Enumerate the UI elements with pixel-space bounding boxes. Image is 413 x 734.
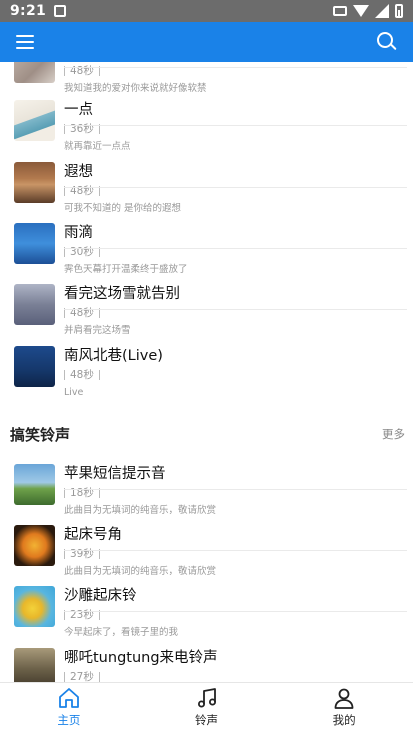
song-desc: 霁色天幕打开温柔终于盛放了 <box>64 264 188 275</box>
list-item[interactable]: 48秒 我知道我的爱对你来说就好像软禁 <box>0 62 413 104</box>
status-time: 9:21 <box>10 3 47 19</box>
album-cover <box>14 62 55 83</box>
nav-item-home[interactable]: 主页 <box>0 683 138 734</box>
person-icon <box>334 688 354 709</box>
list-item[interactable]: 起床号角 39秒 此曲目为无填词的纯音乐，敬请欣赏 <box>0 525 413 587</box>
home-icon <box>58 688 79 708</box>
search-icon[interactable] <box>377 32 397 52</box>
song-desc: Live <box>64 387 84 398</box>
battery-icon <box>395 4 403 18</box>
nav-label: 主页 <box>57 713 81 727</box>
song-title: 起床号角 <box>64 527 122 543</box>
nav-item-me[interactable]: 我的 <box>275 683 413 734</box>
album-cover <box>14 648 55 682</box>
song-desc: 可我不知道的 是你给的遐想 <box>64 203 182 214</box>
app-bar <box>0 22 413 62</box>
status-bar: 9:21 <box>0 0 413 22</box>
song-list-content[interactable]: 48秒 我知道我的爱对你来说就好像软禁 一点 36秒 就再靠近一点点 遐想 48… <box>0 62 413 682</box>
song-title: 遐想 <box>64 164 93 180</box>
song-meta: 27秒 <box>64 670 100 682</box>
music-note-icon <box>197 688 216 708</box>
song-duration: 27秒 <box>70 671 94 682</box>
wifi-icon <box>353 5 369 17</box>
more-link[interactable]: 更多 <box>382 426 405 442</box>
bottom-nav: 主页 铃声 我的 <box>0 682 413 734</box>
album-cover <box>14 284 55 325</box>
album-cover <box>14 525 55 566</box>
list-item[interactable]: 看完这场雪就告别 48秒 并肩看完这场雪 <box>0 284 413 346</box>
hamburger-menu-icon[interactable] <box>16 35 34 49</box>
song-title: 雨滴 <box>64 225 93 241</box>
song-title: 苹果短信提示音 <box>64 466 166 482</box>
nav-label: 铃声 <box>195 713 218 727</box>
song-desc: 此曲目为无填词的纯音乐，敬请欣赏 <box>64 566 217 577</box>
album-cover <box>14 346 55 387</box>
nav-item-ringtones[interactable]: 铃声 <box>138 683 276 734</box>
song-duration: 48秒 <box>70 369 94 381</box>
section-title: 搞笑铃声 <box>10 426 71 444</box>
status-icons <box>333 4 403 18</box>
album-cover <box>14 586 55 627</box>
album-cover <box>14 464 55 505</box>
song-desc: 并肩看完这场雪 <box>64 325 131 336</box>
signal-icon <box>375 4 389 18</box>
song-title: 南风北巷(Live) <box>64 348 163 364</box>
song-title: 沙雕起床铃 <box>64 588 137 604</box>
song-desc: 我知道我的爱对你来说就好像软禁 <box>64 83 207 94</box>
song-desc: 就再靠近一点点 <box>64 141 131 152</box>
list-item[interactable]: 雨滴 30秒 霁色天幕打开温柔终于盛放了 <box>0 223 413 285</box>
album-cover <box>14 100 55 141</box>
notification-icon <box>54 5 67 17</box>
list-item[interactable]: 苹果短信提示音 18秒 此曲目为无填词的纯音乐，敬请欣赏 <box>0 464 413 526</box>
list-item[interactable]: 遐想 48秒 可我不知道的 是你给的遐想 <box>0 162 413 224</box>
list-item[interactable]: 哪吒tungtung来电铃声 27秒 <box>0 648 413 682</box>
album-cover <box>14 162 55 203</box>
song-desc: 此曲目为无填词的纯音乐，敬请欣赏 <box>64 505 217 516</box>
song-title: 哪吒tungtung来电铃声 <box>64 650 218 666</box>
song-desc: 今早起床了，看镜子里的我 <box>64 627 179 638</box>
list-item[interactable]: 南风北巷(Live) 48秒 Live <box>0 346 413 408</box>
list-item[interactable]: 沙雕起床铃 23秒 今早起床了，看镜子里的我 <box>0 586 413 648</box>
song-title: 一点 <box>64 102 93 118</box>
album-cover <box>14 223 55 264</box>
song-meta: 48秒 <box>64 368 100 382</box>
vibrate-icon <box>333 6 347 16</box>
list-item[interactable]: 一点 36秒 就再靠近一点点 <box>0 100 413 162</box>
nav-label: 我的 <box>332 713 356 727</box>
section-header: 搞笑铃声 更多 <box>0 424 413 446</box>
song-title: 看完这场雪就告别 <box>64 286 180 302</box>
